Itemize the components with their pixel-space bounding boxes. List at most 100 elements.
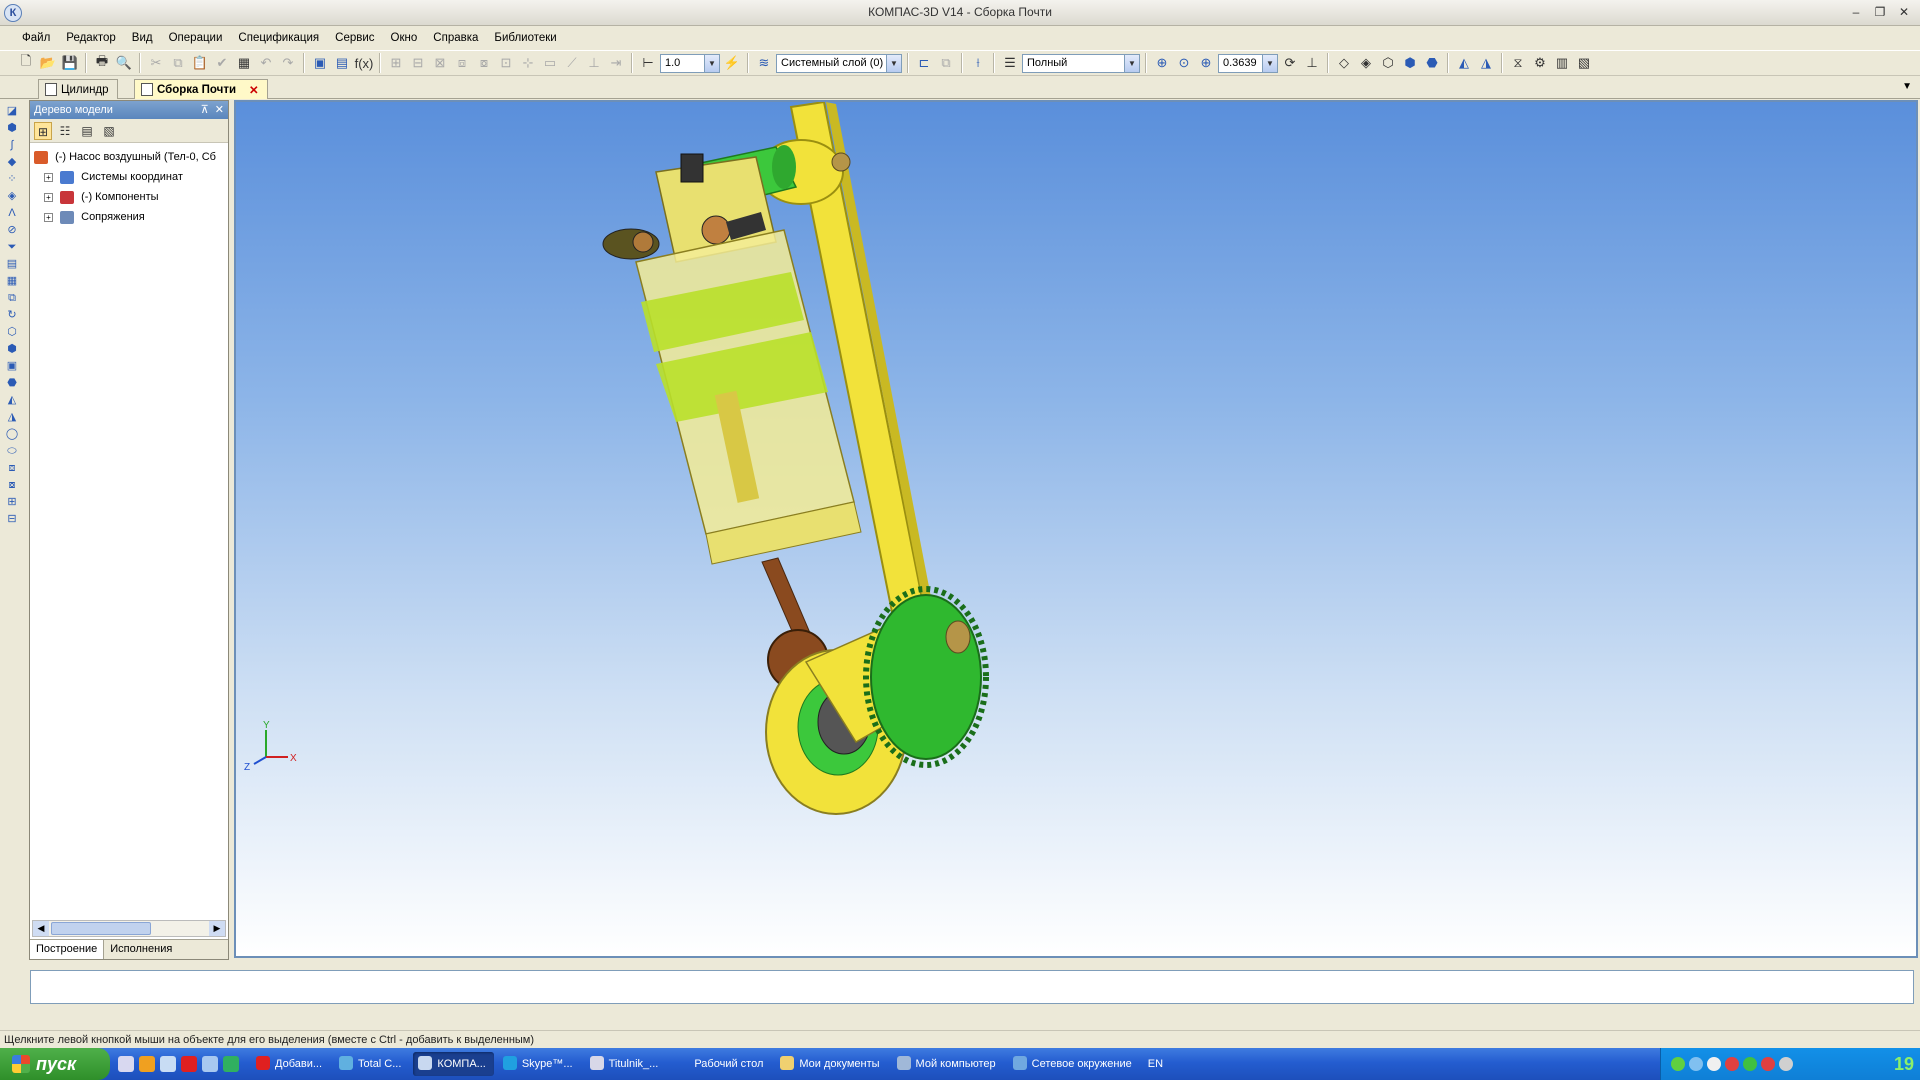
spec-icon[interactable]: ▧ — [1574, 53, 1594, 73]
chevron-down-icon[interactable]: ▼ — [1902, 81, 1912, 92]
tool-h-icon[interactable]: ⬭ — [4, 444, 20, 459]
tool-icon-2[interactable]: ⊟ — [408, 53, 428, 73]
report-tool-icon[interactable]: ▦ — [4, 274, 20, 289]
gear[interactable] — [863, 586, 989, 768]
tab-build[interactable]: Построение — [30, 940, 105, 959]
zoom-combo[interactable]: 0.3639 ▼ — [1218, 53, 1278, 73]
tray-icon[interactable] — [1689, 1057, 1703, 1071]
layer-combo[interactable]: Системный слой (0) ▼ — [776, 53, 902, 73]
task-network[interactable]: Сетевое окружение — [1008, 1052, 1140, 1076]
open-file-icon[interactable]: 📂 — [38, 53, 58, 73]
tray-icon[interactable] — [1725, 1057, 1739, 1071]
explorer-icon[interactable] — [160, 1056, 176, 1072]
variables-icon[interactable]: f(x) — [354, 53, 374, 73]
tool-b-icon[interactable]: ⬢ — [4, 342, 20, 357]
menu-view[interactable]: Вид — [124, 32, 161, 44]
layers-icon[interactable]: ≋ — [754, 53, 774, 73]
tray-icon[interactable] — [1671, 1057, 1685, 1071]
dimension-icon[interactable]: ⊘ — [4, 223, 20, 238]
tool-e-icon[interactable]: ◭ — [4, 393, 20, 408]
rotate-icon[interactable]: ⟳ — [1280, 53, 1300, 73]
tool-icon-8[interactable]: ▭ — [540, 53, 560, 73]
array-icon[interactable]: ⁘ — [4, 172, 20, 187]
tool-i-icon[interactable]: ⧈ — [4, 461, 20, 476]
redo-icon[interactable]: ↷ — [278, 53, 298, 73]
tool-d-icon[interactable]: ⬣ — [4, 376, 20, 391]
properties-icon[interactable]: ✔ — [212, 53, 232, 73]
edit-component-icon[interactable]: ◪ — [4, 104, 20, 119]
task-add[interactable]: Добави... — [251, 1052, 330, 1076]
component-icon[interactable]: ⬢ — [4, 121, 20, 136]
cut-icon[interactable]: ✂ — [146, 53, 166, 73]
3d-viewport[interactable]: Y Z X — [234, 100, 1918, 958]
tool-icon-3[interactable]: ⊠ — [430, 53, 450, 73]
aux-geometry-icon[interactable]: ◈ — [4, 189, 20, 204]
tree-props-icon[interactable]: ▧ — [100, 122, 118, 140]
task-desktop[interactable]: Рабочий стол — [670, 1052, 771, 1076]
browser-icon[interactable] — [139, 1056, 155, 1072]
messenger-icon[interactable] — [223, 1056, 239, 1072]
report-icon[interactable]: ▥ — [1552, 53, 1572, 73]
tool-icon-5[interactable]: ⧇ — [474, 53, 494, 73]
zoom-all-icon[interactable]: ⊙ — [1174, 53, 1194, 73]
command-line[interactable] — [30, 970, 1914, 1004]
shaded-edges-icon[interactable]: ⬣ — [1422, 53, 1442, 73]
section-icon[interactable]: ◮ — [1476, 53, 1496, 73]
minimize-icon[interactable]: – — [1846, 3, 1866, 21]
close-icon[interactable]: ✕ — [1894, 3, 1914, 21]
opera-icon[interactable] — [181, 1056, 197, 1072]
shaded-icon[interactable]: ⬢ — [1400, 53, 1420, 73]
zoom-window-icon[interactable]: ⊕ — [1152, 53, 1172, 73]
scroll-left-icon[interactable]: ◀ — [33, 921, 49, 936]
menu-libraries[interactable]: Библиотеки — [486, 32, 564, 44]
tab-assembly[interactable]: Сборка Почти ✕ — [134, 79, 268, 99]
tree-node-mates[interactable]: + Сопряжения — [34, 207, 224, 227]
filter-tool-icon[interactable]: ⏷ — [4, 240, 20, 255]
snap-icon[interactable]: ⚡ — [722, 53, 742, 73]
undo-icon[interactable]: ↶ — [256, 53, 276, 73]
tree-view-icon[interactable]: ☷ — [56, 122, 74, 140]
paste-icon[interactable]: 📋 — [190, 53, 210, 73]
tab-versions[interactable]: Исполнения — [104, 940, 178, 959]
tool-a-icon[interactable]: ⬡ — [4, 325, 20, 340]
task-skype[interactable]: Skype™... — [498, 1052, 581, 1076]
tree-doc-icon[interactable]: ▤ — [78, 122, 96, 140]
tool-f-icon[interactable]: ◮ — [4, 410, 20, 425]
tree-node-root[interactable]: (-) Насос воздушный (Тел-0, Сб — [34, 147, 224, 167]
volume-icon[interactable] — [1779, 1057, 1793, 1071]
tray-icon[interactable] — [1743, 1057, 1757, 1071]
menu-operations[interactable]: Операции — [161, 32, 231, 44]
tree-node-components[interactable]: + (-) Компоненты — [34, 187, 224, 207]
wireframe-icon[interactable]: ◇ — [1334, 53, 1354, 73]
restore-icon[interactable]: ❐ — [1870, 3, 1890, 21]
surface-icon[interactable]: ◆ — [4, 155, 20, 170]
library-icon[interactable]: ▤ — [332, 53, 352, 73]
orientation-icon[interactable]: ⊥ — [1302, 53, 1322, 73]
tray-icon[interactable] — [1707, 1057, 1721, 1071]
tool-icon-6[interactable]: ⊡ — [496, 53, 516, 73]
desktop-icon[interactable] — [118, 1056, 134, 1072]
tool-k-icon[interactable]: ⊞ — [4, 495, 20, 510]
hidden-lines-icon[interactable]: ◈ — [1356, 53, 1376, 73]
hidden-thin-icon[interactable]: ⬡ — [1378, 53, 1398, 73]
tool-icon-12[interactable]: ⧉ — [936, 53, 956, 73]
chevron-down-icon[interactable]: ▼ — [1124, 54, 1139, 72]
measure-icon[interactable]: ⟊ — [968, 53, 988, 73]
expand-icon[interactable]: + — [44, 192, 53, 202]
curve-icon[interactable]: ∫ — [4, 138, 20, 153]
tool-g-icon[interactable]: ◯ — [4, 427, 20, 442]
tool-icon-10[interactable]: ⊥ — [584, 53, 604, 73]
expand-icon[interactable]: + — [44, 172, 53, 182]
expand-icon[interactable]: + — [44, 212, 53, 222]
print-icon[interactable]: 🖶 — [92, 53, 112, 73]
task-titulnik[interactable]: Titulnik_... — [585, 1052, 667, 1076]
tray-icon[interactable] — [1761, 1057, 1775, 1071]
right-fitting[interactable] — [701, 215, 731, 245]
filter-icon[interactable]: ⧖ — [1508, 53, 1528, 73]
spec-tool-icon[interactable]: ▤ — [4, 257, 20, 272]
table-icon[interactable]: ▦ — [234, 53, 254, 73]
app-icon[interactable] — [202, 1056, 218, 1072]
zoom-in-icon[interactable]: ⊕ — [1196, 53, 1216, 73]
pin-icon[interactable]: ⊼ — [201, 104, 209, 116]
mate-icon[interactable]: ⧉ — [4, 291, 20, 306]
